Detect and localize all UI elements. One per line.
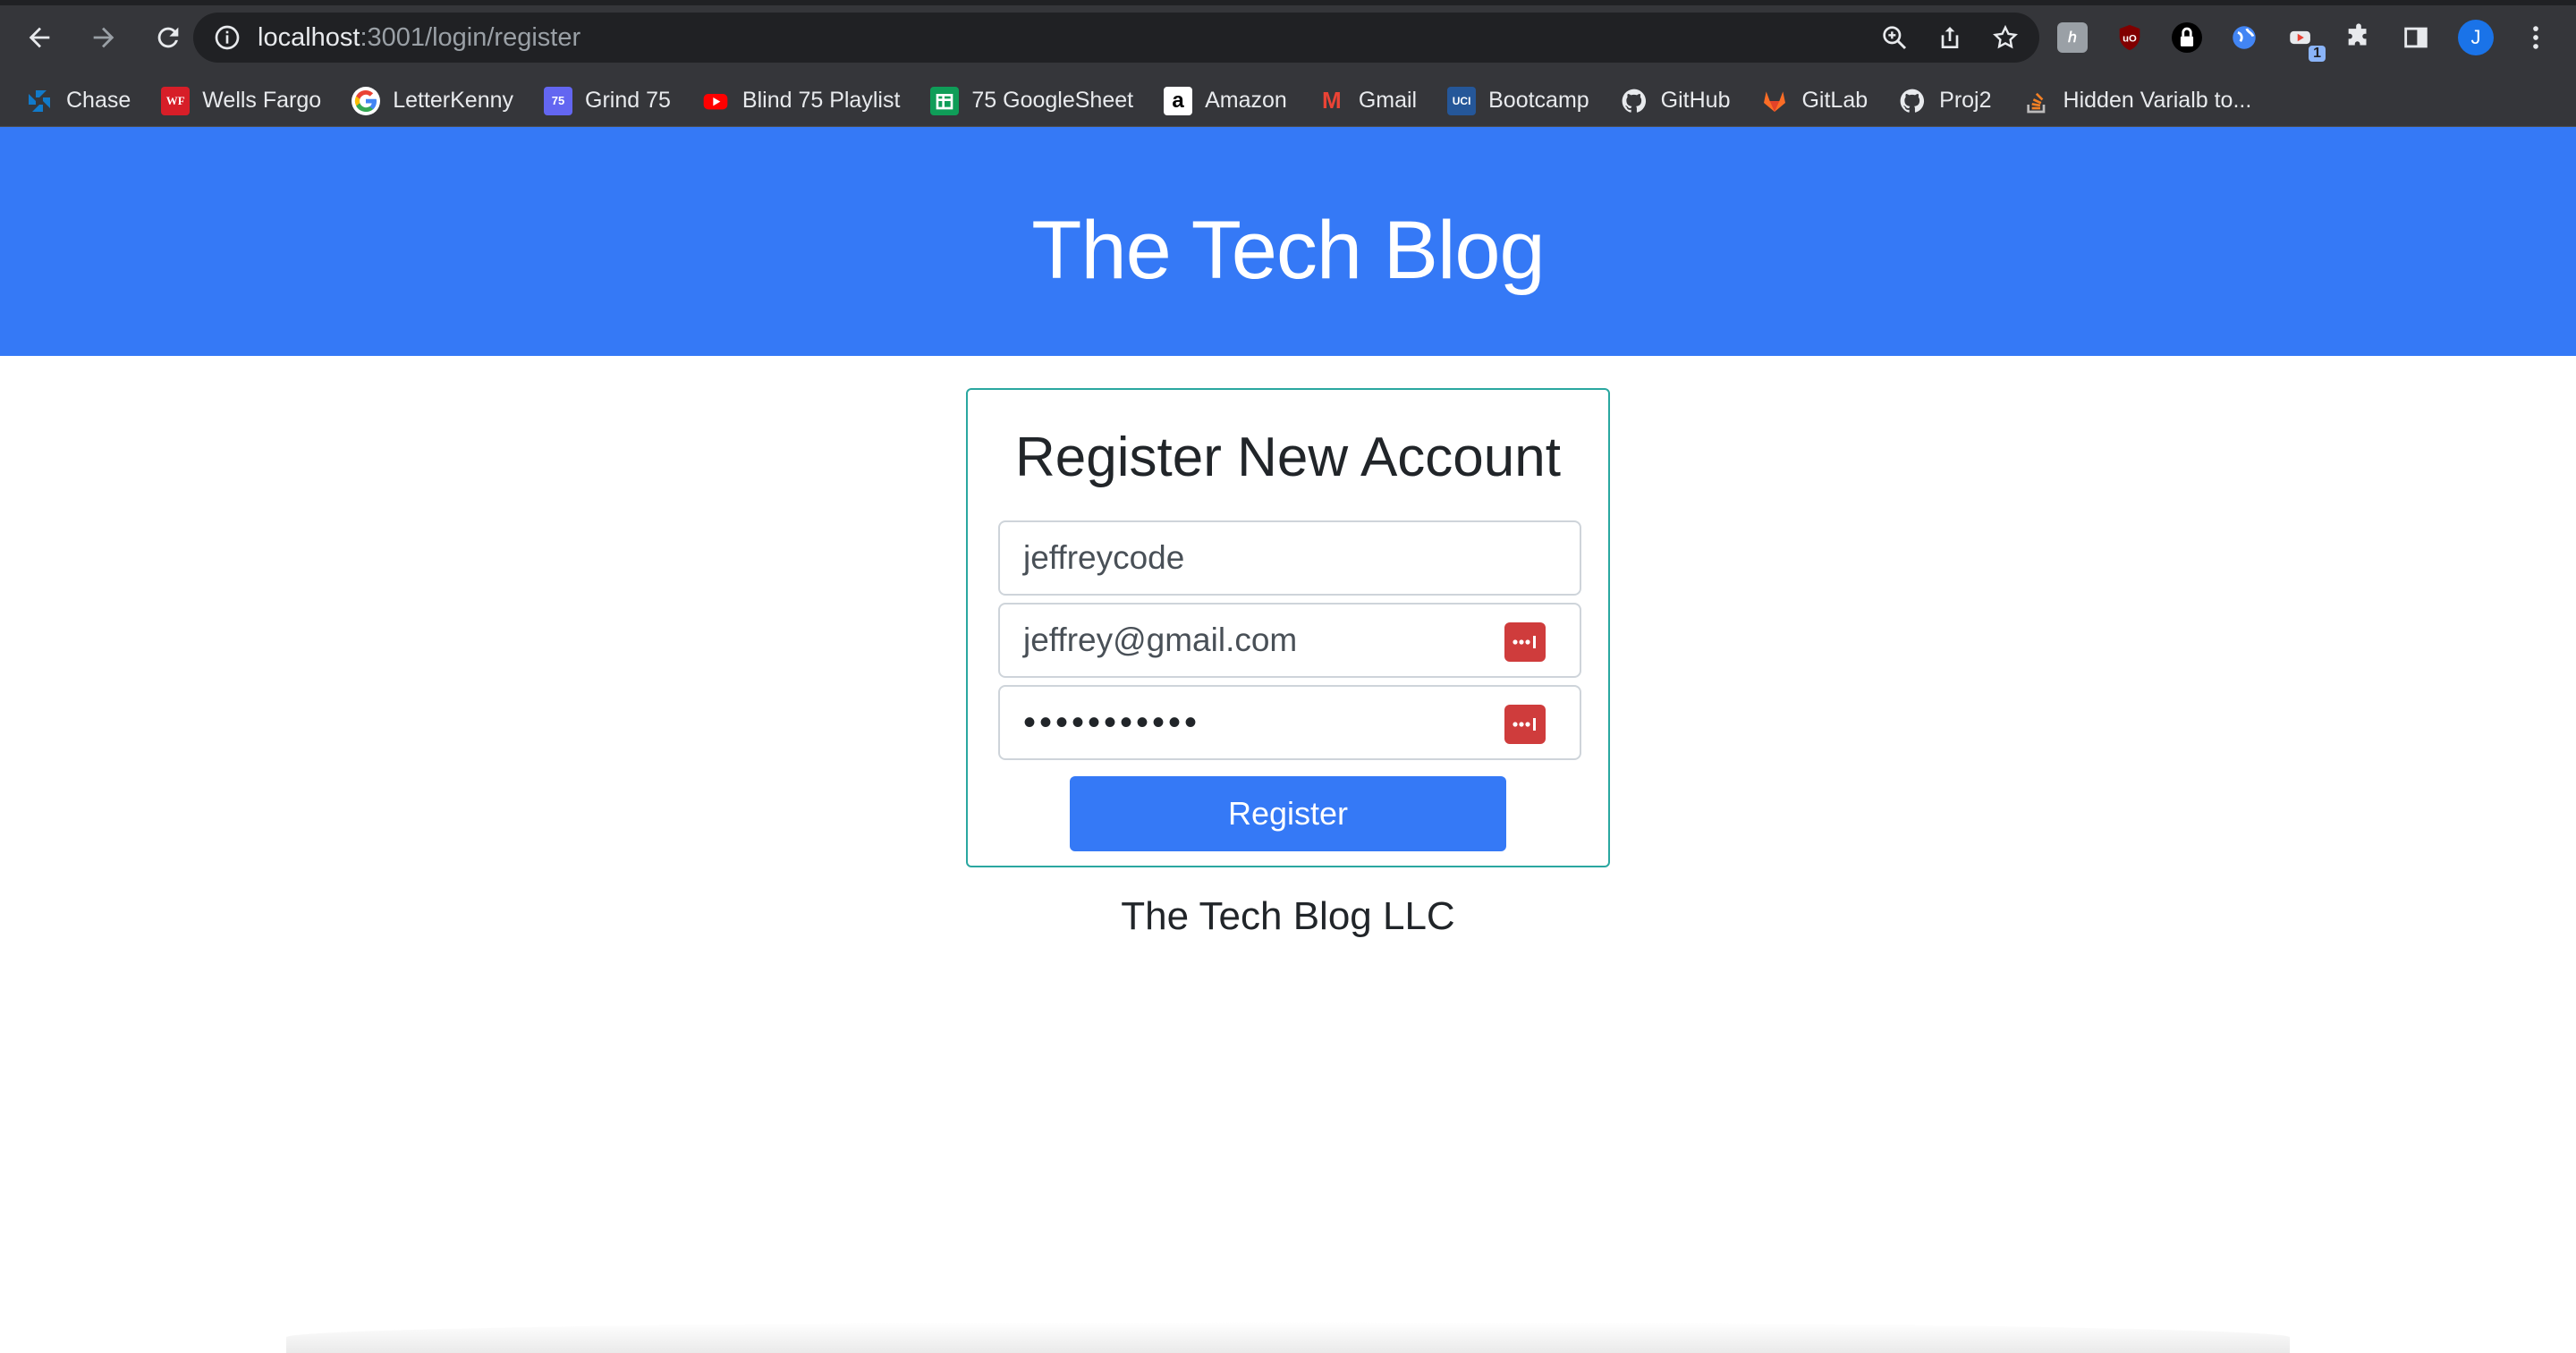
- forward-button[interactable]: [75, 9, 132, 66]
- bookmark-label: LetterKenny: [393, 88, 514, 113]
- github-icon: [1620, 87, 1648, 115]
- bookmark-amazon[interactable]: a Amazon: [1164, 86, 1287, 115]
- extension-badge: 1: [2309, 46, 2326, 62]
- bookmarks-bar: Chase WF Wells Fargo LetterKenny 75 Grin…: [0, 75, 2576, 127]
- globe-extension-icon[interactable]: [2229, 22, 2259, 53]
- svg-text:uO: uO: [2123, 33, 2137, 44]
- youtube-icon: [701, 87, 730, 115]
- tab-strip: [0, 0, 2576, 5]
- bookmark-bootcamp[interactable]: UCI Bootcamp: [1447, 86, 1589, 115]
- profile-avatar[interactable]: J: [2458, 20, 2494, 55]
- bookmark-label: Hidden Varialb to...: [2063, 88, 2252, 113]
- bookmark-hidden-variable[interactable]: Hidden Varialb to...: [2022, 87, 2252, 115]
- bookmark-label: Wells Fargo: [202, 88, 322, 113]
- password-value: •••••••••••: [1023, 702, 1201, 742]
- stackoverflow-icon: [2022, 87, 2051, 115]
- bookmark-gitlab[interactable]: GitLab: [1760, 87, 1868, 115]
- bookmark-blind75[interactable]: Blind 75 Playlist: [701, 87, 900, 115]
- side-panel-icon[interactable]: [2401, 22, 2431, 53]
- bookmark-letterkenny[interactable]: LetterKenny: [352, 86, 514, 115]
- github-icon: [1898, 87, 1927, 115]
- share-icon[interactable]: [1936, 23, 1964, 52]
- bookmark-label: Grind 75: [585, 88, 671, 113]
- back-button[interactable]: [11, 9, 68, 66]
- bookmark-label: Gmail: [1358, 88, 1418, 113]
- bookmark-label: Bootcamp: [1488, 88, 1589, 113]
- kebab-menu-icon[interactable]: [2521, 22, 2551, 53]
- bookmark-label: Amazon: [1205, 88, 1287, 113]
- reload-icon: [157, 27, 179, 48]
- youtube-extension-icon[interactable]: 1: [2286, 22, 2326, 62]
- password-manager-icon[interactable]: [1504, 622, 1546, 662]
- bookmark-label: GitLab: [1801, 88, 1868, 113]
- bookmark-github[interactable]: GitHub: [1620, 87, 1731, 115]
- grind75-icon: 75: [544, 86, 573, 115]
- extensions-area: ℎ uO 1 J: [2057, 13, 2551, 63]
- password-manager-icon[interactable]: [1504, 705, 1546, 744]
- bookmark-googlesheet[interactable]: 75 GoogleSheet: [930, 86, 1134, 115]
- bookmark-label: Blind 75 Playlist: [741, 88, 901, 113]
- bookmark-chase[interactable]: Chase: [25, 87, 131, 115]
- site-header: The Tech Blog: [0, 127, 2576, 356]
- password-input[interactable]: •••••••••••: [998, 685, 1581, 760]
- sheets-icon: [930, 86, 960, 115]
- bookmark-label: Chase: [66, 88, 131, 113]
- arrow-left-icon: [29, 27, 50, 48]
- address-bar[interactable]: localhost:3001/login/register: [193, 13, 2039, 63]
- bookmark-label: 75 GoogleSheet: [971, 88, 1134, 113]
- extensions-puzzle-icon[interactable]: [2343, 22, 2374, 53]
- info-icon[interactable]: [213, 23, 242, 52]
- bookmark-proj2[interactable]: Proj2: [1898, 87, 1992, 115]
- gmail-icon: M: [1321, 87, 1342, 114]
- browser-toolbar: localhost:3001/login/register ℎ uO 1 J: [0, 0, 2576, 75]
- bookmark-label: Proj2: [1939, 88, 1992, 113]
- amazon-icon: a: [1164, 86, 1193, 115]
- wells-fargo-icon: WF: [161, 86, 191, 115]
- bookmark-wells-fargo[interactable]: WF Wells Fargo: [161, 86, 322, 115]
- site-title: The Tech Blog: [1031, 204, 1545, 296]
- footer-text: The Tech Blog LLC: [1121, 894, 1455, 938]
- ublock-icon[interactable]: uO: [2114, 22, 2145, 53]
- username-input[interactable]: jeffreycode: [998, 520, 1581, 596]
- form-title: Register New Account: [1015, 427, 1561, 488]
- url-text[interactable]: localhost:3001/login/register: [258, 23, 580, 53]
- bottom-shadow: [286, 1322, 2290, 1353]
- email-input[interactable]: jeffrey@gmail.com: [998, 603, 1581, 678]
- username-value: jeffreycode: [1023, 539, 1185, 576]
- extension-hw-icon[interactable]: ℎ: [2057, 22, 2088, 53]
- arrow-right-icon: [93, 27, 114, 48]
- url-host: localhost: [258, 22, 360, 52]
- bookmark-gmail[interactable]: M Gmail: [1318, 87, 1417, 115]
- star-icon[interactable]: [1991, 23, 2020, 52]
- uci-icon: UCI: [1447, 86, 1477, 115]
- url-path: :3001/login/register: [360, 22, 581, 52]
- zoom-icon[interactable]: [1880, 23, 1909, 52]
- chase-icon: [25, 87, 54, 115]
- gitlab-icon: [1760, 87, 1789, 115]
- register-button[interactable]: Register: [1070, 776, 1506, 851]
- bookmark-label: GitHub: [1660, 88, 1731, 113]
- lock-extension-icon[interactable]: [2172, 22, 2202, 53]
- bookmark-grind75[interactable]: 75 Grind 75: [544, 86, 671, 115]
- email-value: jeffrey@gmail.com: [1023, 622, 1298, 658]
- reload-button[interactable]: [140, 9, 197, 66]
- register-card: Register New Account jeffreycode jeffrey…: [966, 388, 1610, 867]
- google-icon: [352, 86, 381, 115]
